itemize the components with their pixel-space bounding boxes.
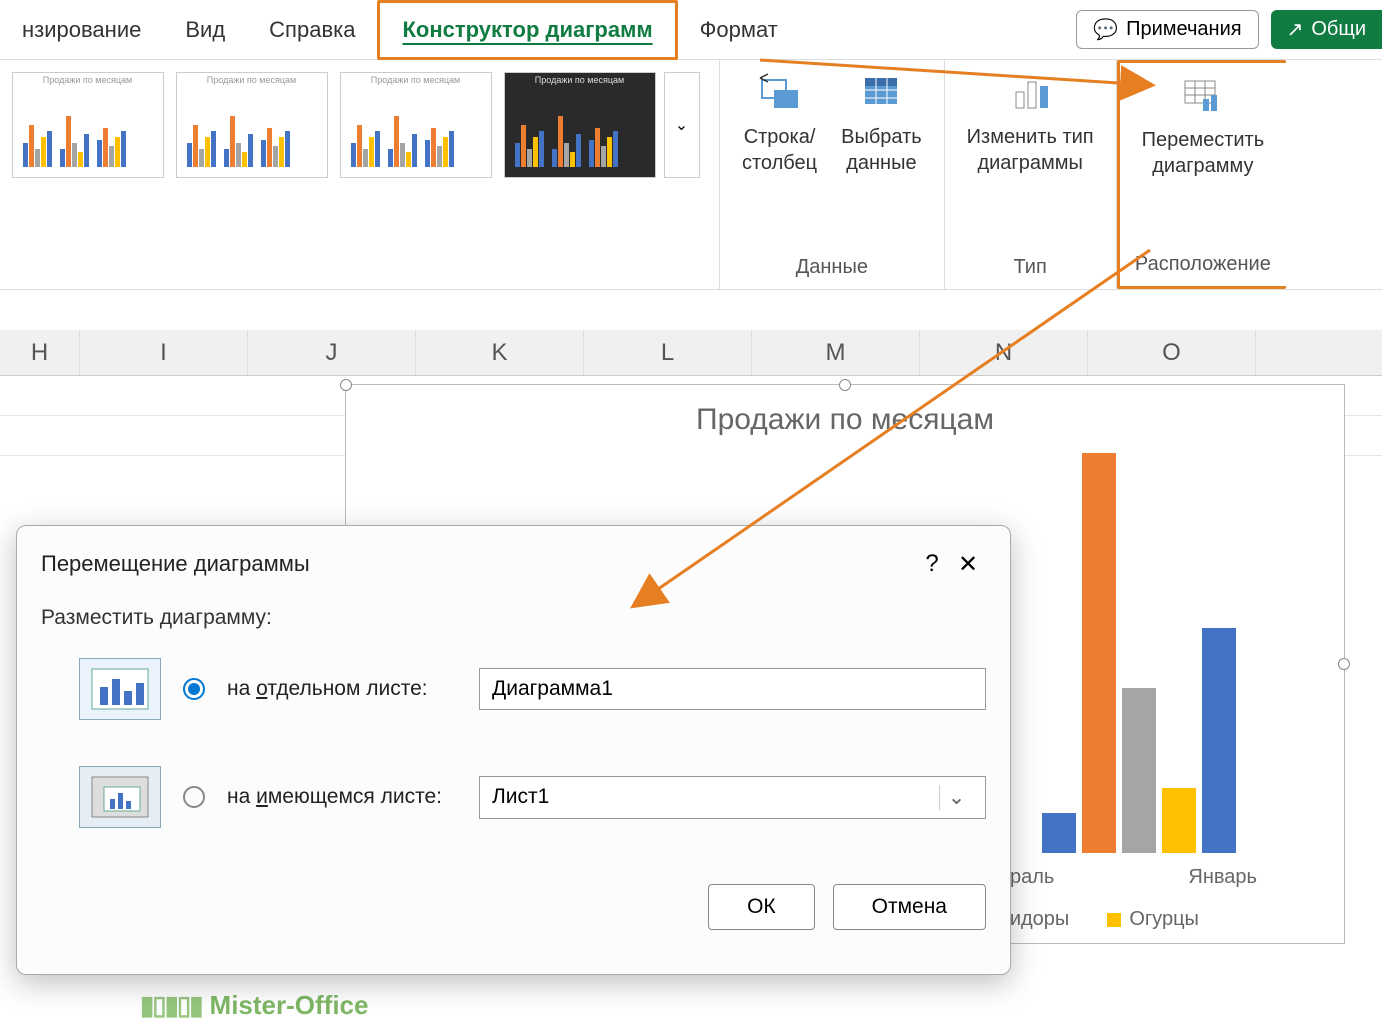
existing-sheet-icon: [79, 766, 161, 828]
watermark-text: Mister-Office: [210, 990, 369, 1021]
category-label: Январь: [1188, 866, 1257, 889]
move-chart-label: Переместить диаграмму: [1142, 127, 1265, 179]
switch-row-col-label: Строка/ столбец: [742, 124, 817, 176]
col-j[interactable]: J: [248, 330, 416, 375]
change-type-label: Изменить тип диаграммы: [967, 124, 1094, 176]
bar: [1082, 453, 1116, 853]
group-type-label: Тип: [1013, 250, 1046, 285]
tab-licensing[interactable]: нзирование: [0, 3, 163, 57]
comment-icon: 💬: [1093, 17, 1118, 42]
col-o[interactable]: O: [1088, 330, 1256, 375]
tab-format[interactable]: Формат: [678, 3, 800, 57]
existing-sheet-label: на имеющемся листе:: [227, 785, 457, 809]
ribbon-tabs: нзирование Вид Справка Конструктор диагр…: [0, 0, 1382, 60]
comments-label: Примечания: [1126, 18, 1241, 41]
dialog-title: Перемещение диаграммы: [41, 551, 914, 577]
new-sheet-icon: [79, 658, 161, 720]
col-m[interactable]: M: [752, 330, 920, 375]
group-location-label: Расположение: [1135, 247, 1271, 282]
select-data-icon: [859, 72, 903, 116]
chart-title[interactable]: Продажи по месяцам: [346, 385, 1344, 447]
cancel-button[interactable]: Отмена: [833, 884, 986, 930]
switch-row-column-button[interactable]: Строка/ столбец: [732, 68, 827, 180]
col-k[interactable]: K: [416, 330, 584, 375]
chart-style-1[interactable]: Продажи по месяцам: [12, 72, 164, 178]
chevron-down-icon: ⌄: [939, 785, 973, 810]
radio-new-sheet[interactable]: [183, 678, 205, 700]
new-sheet-name-input[interactable]: [479, 668, 986, 710]
bar-group-jan: [1042, 453, 1236, 853]
tab-view[interactable]: Вид: [163, 3, 247, 57]
radio-existing-sheet[interactable]: [183, 786, 205, 808]
ok-button[interactable]: ОК: [708, 884, 815, 930]
dialog-subtitle: Разместить диаграмму:: [41, 606, 986, 630]
move-chart-button[interactable]: Переместить диаграмму: [1132, 71, 1275, 183]
col-n[interactable]: N: [920, 330, 1088, 375]
select-data-button[interactable]: Выбрать данные: [831, 68, 932, 180]
watermark: ▮▯▮▯▮ Mister-Office: [140, 990, 368, 1021]
select-data-label: Выбрать данные: [841, 124, 922, 176]
existing-sheet-select[interactable]: Лист1 ⌄: [479, 776, 986, 819]
dialog-close-button[interactable]: ✕: [950, 546, 986, 582]
col-l[interactable]: L: [584, 330, 752, 375]
change-chart-type-button[interactable]: Изменить тип диаграммы: [957, 68, 1104, 180]
col-i[interactable]: I: [80, 330, 248, 375]
group-data-label: Данные: [796, 250, 868, 285]
bar: [1042, 813, 1076, 853]
legend-label: Огурцы: [1129, 908, 1199, 931]
existing-sheet-value: Лист1: [492, 785, 939, 809]
bars-icon: ▮▯▮▯▮: [140, 990, 202, 1021]
bar: [1122, 688, 1156, 853]
tab-chart-design[interactable]: Конструктор диаграмм: [377, 0, 677, 60]
dialog-help-button[interactable]: ?: [914, 546, 950, 582]
bar: [1202, 628, 1236, 853]
move-chart-icon: [1181, 75, 1225, 119]
bar: [1162, 788, 1196, 853]
chart-style-2[interactable]: Продажи по месяцам: [176, 72, 328, 178]
col-h[interactable]: H: [0, 330, 80, 375]
share-button[interactable]: ↗ Общи: [1271, 10, 1382, 49]
switch-row-col-icon: [758, 72, 802, 116]
share-icon: ↗: [1287, 17, 1304, 42]
change-type-icon: [1008, 72, 1052, 116]
comments-button[interactable]: 💬 Примечания: [1076, 10, 1258, 49]
tab-help[interactable]: Справка: [247, 3, 377, 57]
chevron-down-icon: ⌄: [675, 115, 688, 135]
share-label: Общи: [1311, 18, 1366, 41]
move-chart-dialog: Перемещение диаграммы ? ✕ Разместить диа…: [16, 525, 1011, 975]
column-headers: H I J K L M N O: [0, 330, 1382, 376]
chart-style-4[interactable]: Продажи по месяцам: [504, 72, 656, 178]
ribbon: Продажи по месяцам Продажи по месяцам: [0, 60, 1382, 290]
chart-style-3[interactable]: Продажи по месяцам: [340, 72, 492, 178]
chart-styles-expand[interactable]: ⌄: [664, 72, 700, 178]
new-sheet-label: на отдельном листе:: [227, 677, 457, 701]
